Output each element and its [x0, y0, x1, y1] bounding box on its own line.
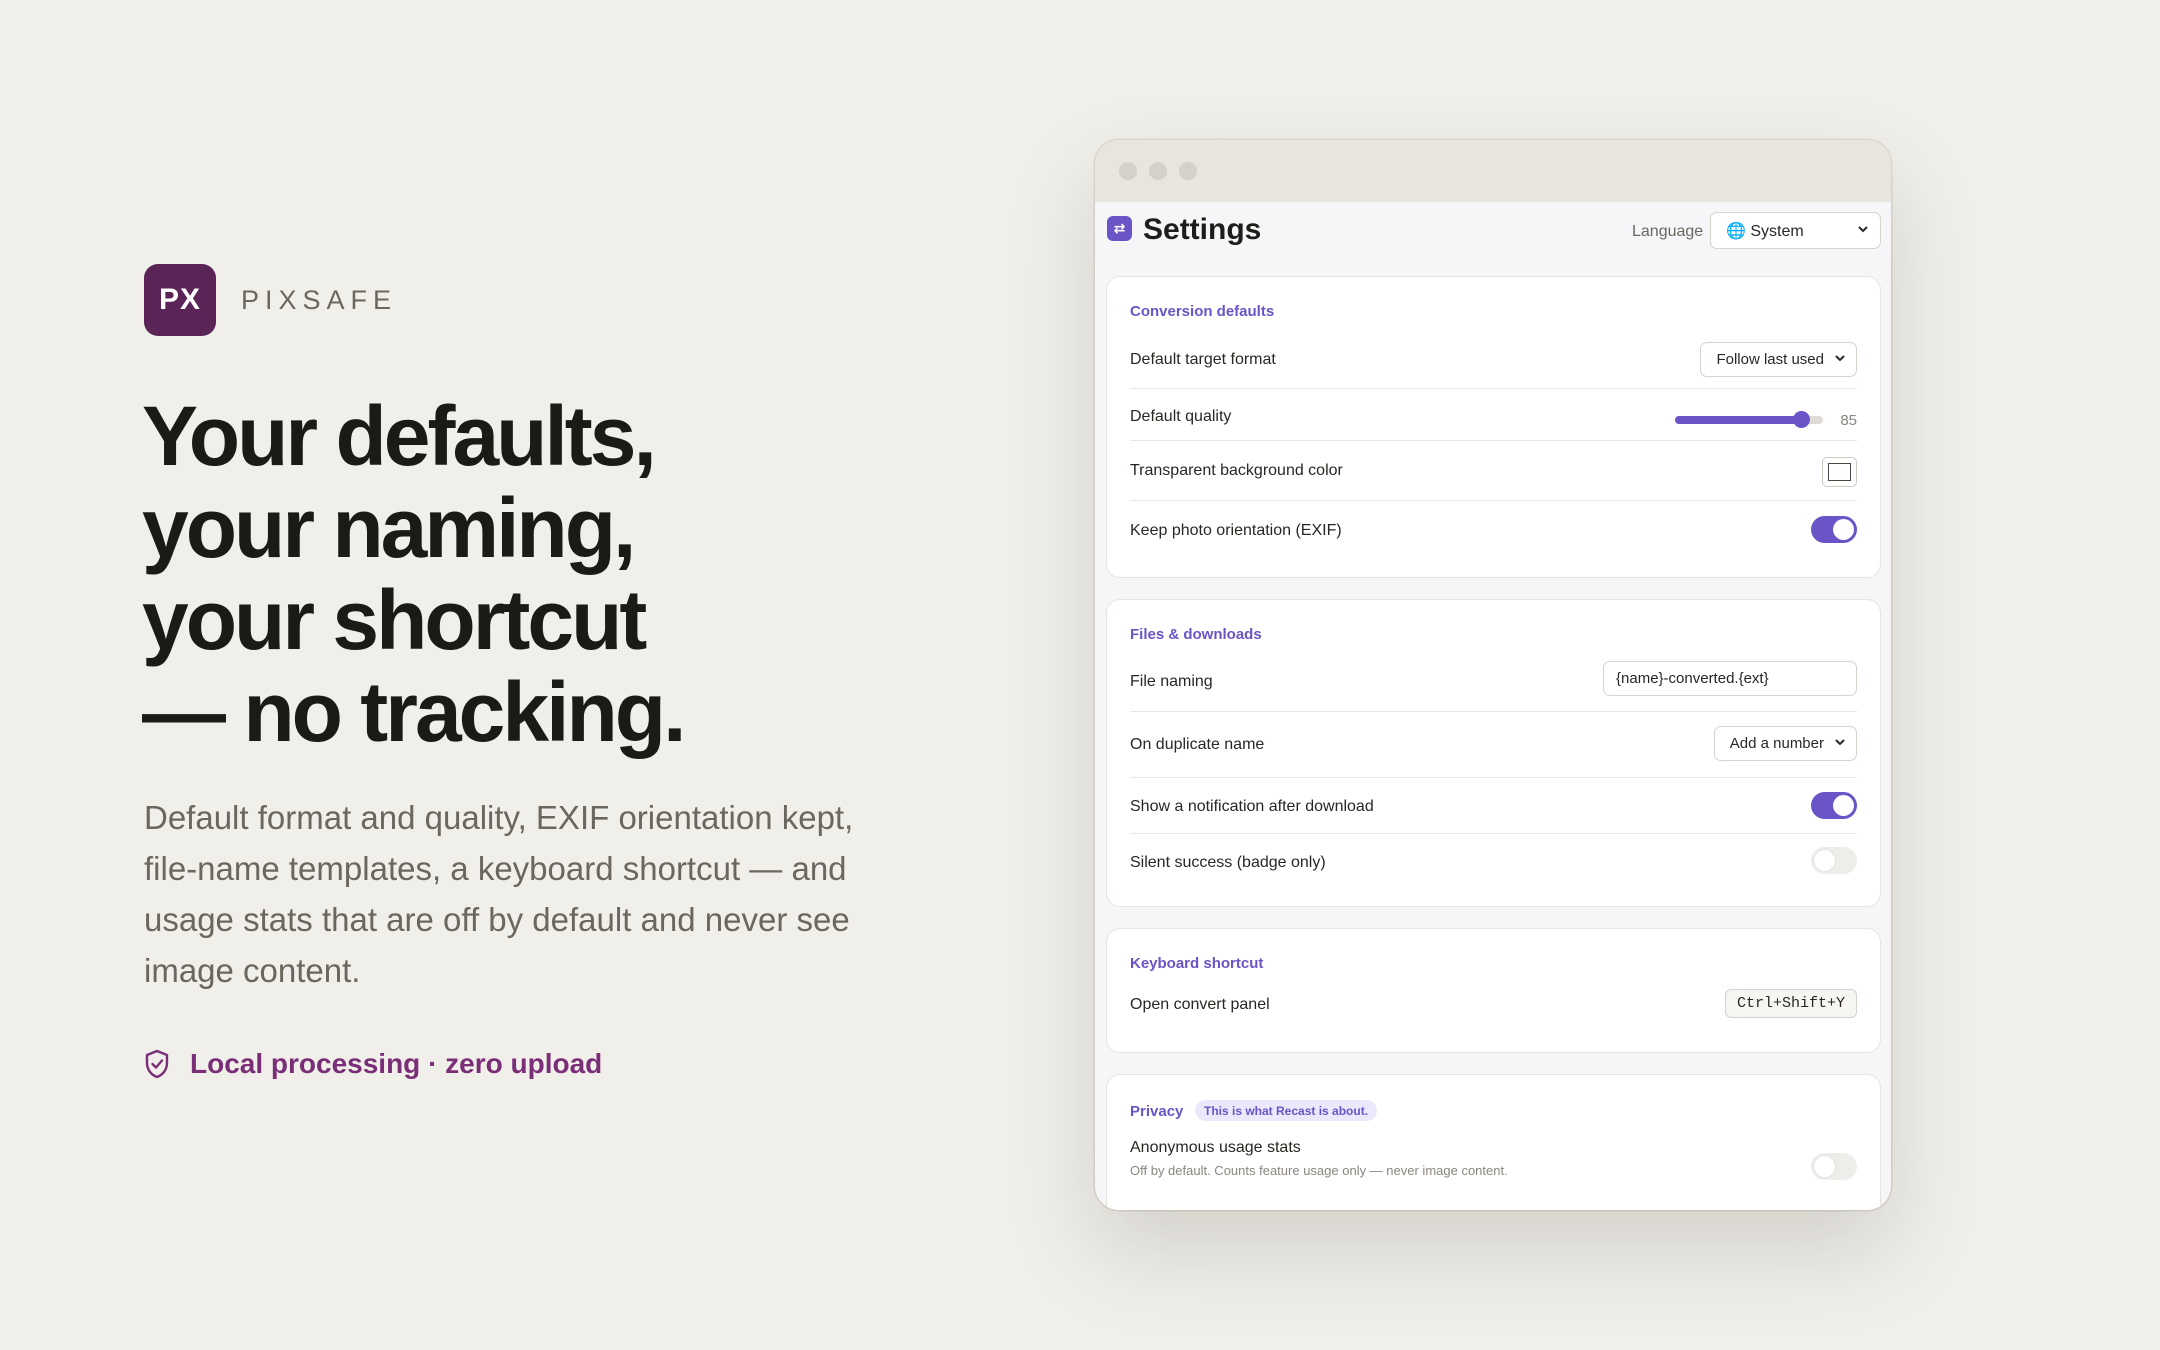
brand: PX PIXSAFE	[144, 264, 397, 336]
slider-fill	[1675, 416, 1801, 424]
privacy-badge: This is what Recast is about.	[1195, 1100, 1378, 1121]
duplicate-row: On duplicate name Add a number	[1130, 712, 1857, 778]
headline-line: your shortcut	[142, 573, 647, 667]
open-panel-label: Open convert panel	[1130, 996, 1270, 1013]
headline: Your defaults, your naming, your shortcu…	[142, 389, 686, 759]
quality-value: 85	[1840, 412, 1857, 429]
language-select[interactable]: 🌐 System	[1710, 212, 1881, 249]
toggle-knob	[1814, 1156, 1835, 1177]
quality-row: Default quality 85	[1130, 389, 1857, 441]
chevron-down-icon	[1858, 226, 1868, 233]
window-titlebar	[1095, 140, 1891, 202]
headline-line: — no tracking.	[142, 665, 686, 759]
shortcut-key[interactable]: Ctrl+Shift+Y	[1724, 989, 1857, 1018]
orientation-row: Keep photo orientation (EXIF)	[1130, 501, 1857, 559]
keyboard-shortcut-card: Keyboard shortcut Open convert panel Ctr…	[1106, 928, 1881, 1053]
row-label: On duplicate name	[1130, 736, 1265, 753]
page-title: Settings	[1143, 213, 1262, 246]
bg-color-row: Transparent background color	[1130, 441, 1857, 501]
settings-header: ⇄ Settings Language 🌐 System	[1095, 202, 1891, 260]
target-format-row: Default target format Follow last used	[1130, 331, 1857, 389]
stats-description: Off by default. Counts feature usage onl…	[1130, 1163, 1508, 1178]
card-title: Keyboard shortcut	[1130, 955, 1264, 972]
conversion-defaults-card: Conversion defaults Default target forma…	[1106, 276, 1881, 578]
headline-line: Your defaults,	[142, 389, 657, 483]
subcopy: Default format and quality, EXIF orienta…	[144, 799, 854, 989]
stats-label: Anonymous usage stats	[1130, 1139, 1301, 1156]
window-close-dot[interactable]	[1119, 162, 1137, 180]
silent-toggle[interactable]	[1811, 847, 1857, 874]
select-value: Add a number	[1729, 735, 1824, 752]
quality-slider[interactable]	[1675, 411, 1823, 428]
notify-row: Show a notification after download	[1130, 778, 1857, 834]
duplicate-select[interactable]: Add a number	[1713, 726, 1857, 761]
swap-arrows-icon: ⇄	[1107, 216, 1132, 241]
silent-row: Silent success (badge only)	[1130, 834, 1857, 892]
toggle-knob	[1833, 795, 1854, 816]
toggle-knob	[1833, 519, 1854, 540]
row-label: Transparent background color	[1130, 462, 1343, 479]
row-label: Default target format	[1130, 351, 1276, 368]
bg-color-picker[interactable]	[1822, 457, 1857, 487]
files-downloads-card: Files & downloads File naming {name}-con…	[1106, 599, 1881, 907]
target-format-select[interactable]: Follow last used	[1700, 342, 1857, 377]
file-naming-input[interactable]: {name}-converted.{ext}	[1603, 661, 1857, 696]
chevron-down-icon	[1835, 355, 1845, 362]
row-label: File naming	[1130, 673, 1213, 690]
brand-name: PIXSAFE	[241, 284, 398, 315]
privacy-card: Privacy This is what Recast is about. An…	[1106, 1074, 1881, 1210]
card-title: Conversion defaults	[1130, 303, 1275, 320]
orientation-toggle[interactable]	[1811, 516, 1857, 543]
row-label: Default quality	[1130, 408, 1232, 425]
trust-text: Local processing · zero upload	[190, 1048, 603, 1079]
select-value: Follow last used	[1716, 351, 1824, 368]
slider-thumb[interactable]	[1792, 411, 1810, 428]
file-naming-row: File naming {name}-converted.{ext}	[1130, 652, 1857, 712]
trust-line: Local processing · zero upload	[144, 1048, 602, 1080]
row-label: Keep photo orientation (EXIF)	[1130, 522, 1342, 539]
notify-toggle[interactable]	[1811, 792, 1857, 819]
row-label: Silent success (badge only)	[1130, 854, 1326, 871]
shield-check-icon	[145, 1049, 169, 1079]
row-label: Show a notification after download	[1130, 798, 1374, 815]
card-title: Files & downloads	[1130, 626, 1262, 643]
headline-line: your naming,	[142, 481, 636, 575]
brand-logo: PX	[144, 264, 216, 336]
chevron-down-icon	[1835, 739, 1845, 746]
window-minimize-dot[interactable]	[1149, 162, 1167, 180]
window-zoom-dot[interactable]	[1179, 162, 1197, 180]
usage-stats-toggle[interactable]	[1811, 1153, 1857, 1180]
toggle-knob	[1814, 850, 1835, 871]
language-label: Language	[1632, 223, 1704, 240]
card-title: Privacy	[1130, 1103, 1184, 1120]
language-value: 🌐 System	[1726, 222, 1804, 240]
settings-window: ⇄ Settings Language 🌐 System Conversion …	[1095, 140, 1891, 1210]
color-swatch	[1828, 463, 1851, 481]
